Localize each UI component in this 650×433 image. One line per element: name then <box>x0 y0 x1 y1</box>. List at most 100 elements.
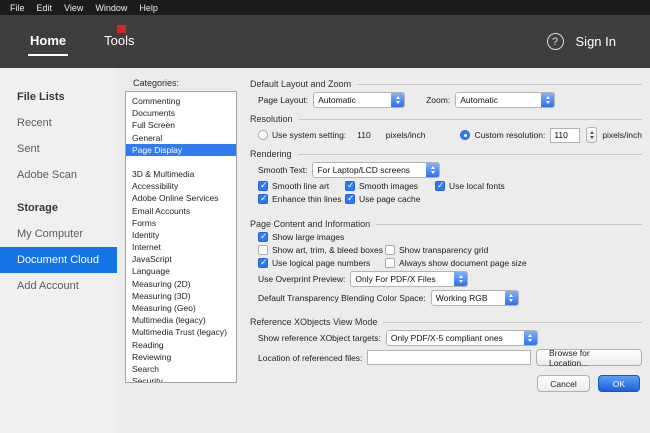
browse-location-button[interactable]: Browse for Location... <box>536 348 642 368</box>
checkbox-icon <box>258 180 268 191</box>
menu-item[interactable]: Edit <box>31 3 59 13</box>
checkbox-label: Show transparency grid <box>399 245 489 255</box>
category-item[interactable]: Internet <box>126 241 236 253</box>
menu-item[interactable]: Help <box>133 3 164 13</box>
sidebar-item[interactable]: Sent <box>0 136 117 162</box>
page-content-row-1: Show large images <box>258 231 642 242</box>
enhance-thin-lines-checkbox[interactable]: Enhance thin lines <box>258 193 341 204</box>
checkbox-label: Use local fonts <box>449 181 505 191</box>
checkbox-icon <box>385 245 395 255</box>
categories-column: Categories: Commenting Documents Full Sc… <box>125 76 237 433</box>
sidebar-item[interactable]: Document Cloud <box>0 247 117 273</box>
settings-panel: Default Layout and Zoom Page Layout: Aut… <box>250 76 642 433</box>
menu-item[interactable]: File <box>4 3 31 13</box>
category-item[interactable]: Commenting <box>126 95 236 107</box>
xobject-targets-row: Show reference XObject targets: Only PDF… <box>258 330 642 346</box>
category-item[interactable]: Email Accounts <box>126 205 236 217</box>
checkbox-icon <box>258 245 268 255</box>
red-notification-badge <box>117 25 126 33</box>
category-item[interactable]: Multimedia (legacy) <box>126 314 236 326</box>
system-resolution-unit: pixels/inch <box>385 130 426 140</box>
checkbox-label: Smooth line art <box>272 181 330 191</box>
category-item[interactable]: Identity <box>126 229 236 241</box>
xobject-targets-dropdown[interactable]: Only PDF/X-5 compliant ones <box>385 330 538 346</box>
category-item[interactable]: Multimedia Trust (legacy) <box>126 326 236 338</box>
category-item[interactable]: Adobe Online Services <box>126 192 236 204</box>
sign-in-button[interactable]: Sign In <box>576 34 616 49</box>
menu-item[interactable]: Window <box>89 3 133 13</box>
smooth-line-art-checkbox[interactable]: Smooth line art <box>258 180 340 191</box>
checkbox-icon <box>258 257 268 268</box>
show-transparency-grid-checkbox[interactable]: Show transparency grid <box>385 245 488 255</box>
menu-bar: File Edit View Window Help <box>0 0 650 15</box>
toolbar-tab[interactable]: Home <box>28 27 69 56</box>
smooth-text-dropdown[interactable]: For Laptop/LCD screens <box>312 162 441 178</box>
transparency-blend-value: Working RGB <box>435 293 488 303</box>
sidebar-item[interactable]: Add Account <box>0 273 117 299</box>
ok-button[interactable]: OK <box>597 375 640 392</box>
smooth-text-label: Smooth Text: <box>258 165 308 175</box>
use-system-setting-radio[interactable]: Use system setting: <box>258 130 346 140</box>
use-page-cache-checkbox[interactable]: Use page cache <box>345 193 421 204</box>
custom-resolution-label: Custom resolution: <box>474 130 546 140</box>
logical-page-numbers-checkbox[interactable]: Use logical page numbers <box>258 257 380 268</box>
category-item[interactable]: Measuring (Geo) <box>126 302 236 314</box>
category-item[interactable]: Measuring (3D) <box>126 290 236 302</box>
section-header-layout-zoom: Default Layout and Zoom <box>250 79 642 89</box>
checkbox-icon <box>435 180 445 191</box>
sidebar: File Lists Recent Sent Adobe Scan Storag… <box>0 68 117 433</box>
category-item[interactable]: Security <box>126 375 236 382</box>
category-item[interactable]: JavaScript <box>126 253 236 265</box>
checkbox-label: Use page cache <box>359 194 421 204</box>
category-list-spacer <box>126 156 236 168</box>
sidebar-item[interactable]: Recent <box>0 110 117 136</box>
overprint-preview-label: Use Overprint Preview: <box>258 274 346 284</box>
custom-resolution-radio[interactable]: Custom resolution: <box>460 130 545 140</box>
checkbox-icon <box>258 231 268 242</box>
checkbox-label: Show art, trim, & bleed boxes <box>272 245 384 255</box>
section-divider <box>297 153 642 155</box>
section-header-rendering: Rendering <box>250 149 642 159</box>
category-item[interactable]: Page Display <box>126 143 236 156</box>
section-title: Resolution <box>250 114 293 124</box>
page-layout-dropdown[interactable]: Automatic <box>313 92 406 108</box>
category-item[interactable]: Search <box>126 363 236 375</box>
smooth-text-row: Smooth Text: For Laptop/LCD screens <box>258 162 642 178</box>
sidebar-item[interactable]: My Computer <box>0 221 117 247</box>
overprint-preview-dropdown[interactable]: Only For PDF/X Files <box>350 271 469 287</box>
section-title: Page Content and Information <box>250 219 371 229</box>
overprint-preview-value: Only For PDF/X Files <box>355 274 436 284</box>
category-item[interactable]: Documents <box>126 107 236 119</box>
categories-listbox[interactable]: Commenting Documents Full Screen General… <box>125 91 237 383</box>
category-item[interactable]: General <box>126 132 236 144</box>
smooth-images-checkbox[interactable]: Smooth images <box>345 180 430 191</box>
transparency-blend-dropdown[interactable]: Working RGB <box>430 290 519 306</box>
zoom-dropdown[interactable]: Automatic <box>455 92 556 108</box>
help-icon[interactable]: ? <box>546 33 564 50</box>
always-show-page-size-checkbox[interactable]: Always show document page size <box>385 258 527 268</box>
show-large-images-checkbox[interactable]: Show large images <box>258 231 344 242</box>
category-item[interactable]: Full Screen <box>126 119 236 131</box>
category-item[interactable]: Reviewing <box>126 351 236 363</box>
preferences-panel: Categories: Commenting Documents Full Sc… <box>117 68 650 433</box>
menu-item[interactable]: View <box>58 3 89 13</box>
cancel-button[interactable]: Cancel <box>537 375 590 392</box>
custom-resolution-input[interactable] <box>550 127 581 143</box>
category-item[interactable]: Measuring (2D) <box>126 278 236 290</box>
category-item[interactable]: Accessibility <box>126 180 236 192</box>
category-item[interactable]: 3D & Multimedia <box>126 168 236 180</box>
checkbox-icon <box>258 193 268 204</box>
checkbox-label: Always show document page size <box>399 258 527 268</box>
sidebar-item[interactable]: Adobe Scan <box>0 162 117 188</box>
category-item[interactable]: Language <box>126 265 236 277</box>
show-art-trim-bleed-checkbox[interactable]: Show art, trim, & bleed boxes <box>258 245 384 255</box>
category-item[interactable]: Forms <box>126 217 236 229</box>
rendering-checkbox-row-2: Enhance thin lines Use page cache <box>258 193 642 204</box>
transparency-blend-label: Default Transparency Blending Color Spac… <box>258 293 426 303</box>
stepper-icon[interactable] <box>586 127 598 143</box>
xobject-targets-value: Only PDF/X-5 compliant ones <box>390 333 503 343</box>
category-item[interactable]: Reading <box>126 339 236 351</box>
use-local-fonts-checkbox[interactable]: Use local fonts <box>435 180 505 191</box>
referenced-files-input[interactable] <box>367 350 532 365</box>
section-title: Default Layout and Zoom <box>250 79 352 89</box>
